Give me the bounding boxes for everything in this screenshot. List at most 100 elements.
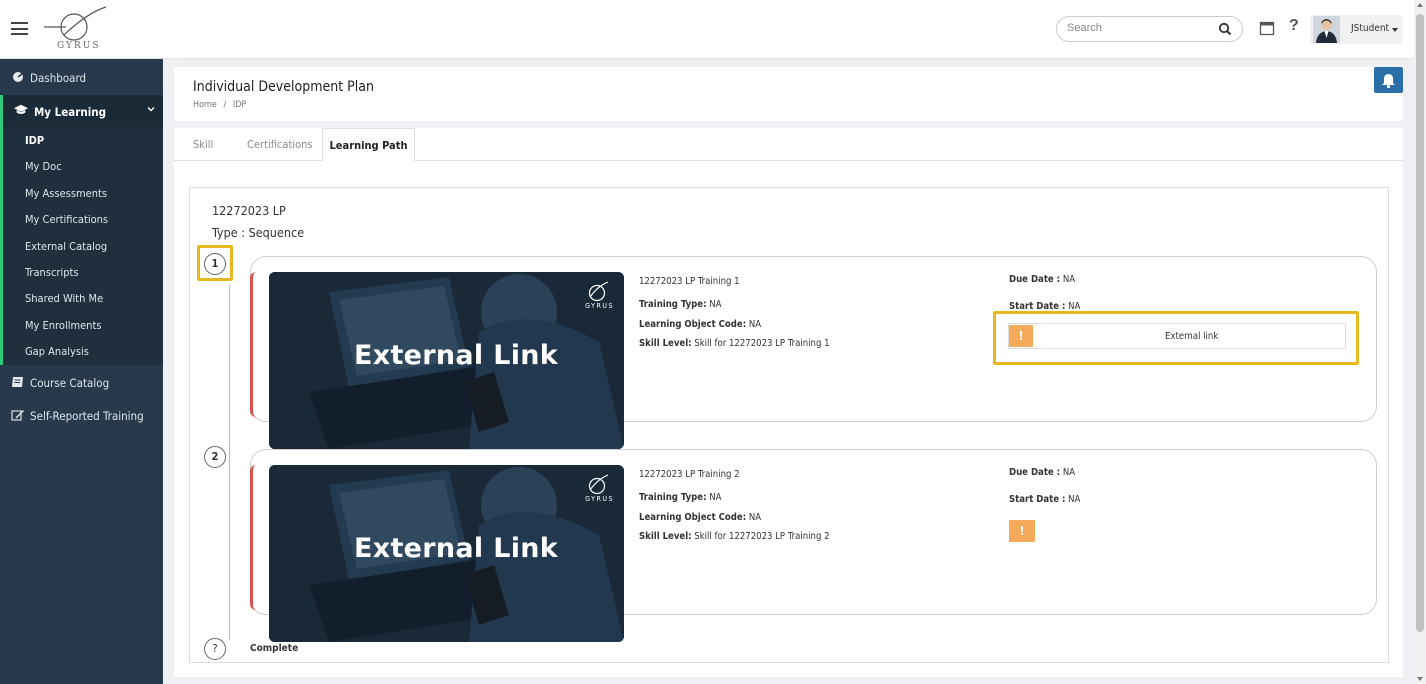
start-date: Start Date : NA — [1009, 494, 1080, 505]
object-code-label: Learning Object Code: — [639, 319, 747, 330]
learning-path-type: Type : Sequence — [212, 225, 305, 240]
skill-level-value: Skill for 12272023 LP Training 2 — [694, 531, 830, 542]
user-menu-button[interactable]: JStudent — [1310, 15, 1403, 44]
gyrus-brand-icon — [588, 281, 609, 302]
gyrus-brand-icon — [588, 474, 609, 495]
step-number: 2 — [204, 446, 226, 468]
breadcrumb-home[interactable]: Home — [193, 100, 217, 110]
page-title: Individual Development Plan — [193, 79, 374, 95]
scroll-thumb[interactable] — [1416, 14, 1424, 632]
warning-button[interactable]: ! — [1009, 520, 1035, 542]
sidebar-item-course-catalog[interactable]: Course Catalog — [0, 370, 163, 396]
timeline-line — [229, 285, 230, 640]
training-type-value: NA — [709, 299, 722, 310]
sidebar-subitem-idp[interactable]: IDP — [25, 134, 44, 147]
thumbnail-brand: GYRUS — [585, 495, 614, 503]
due-date: Due Date : NA — [1009, 274, 1075, 285]
scroll-up-icon[interactable] — [1417, 3, 1423, 7]
step-number: 1 — [204, 253, 226, 275]
sidebar-item-dashboard[interactable]: Dashboard — [0, 65, 163, 91]
calendar-icon[interactable] — [1259, 20, 1275, 36]
avatar — [1313, 16, 1340, 43]
due-date-value: NA — [1062, 467, 1076, 478]
sidebar: Dashboard My Learning IDP My Doc My Asse… — [0, 59, 163, 684]
training-type: Training Type: NA — [639, 300, 721, 310]
tab-learning-path[interactable]: Learning Path — [322, 128, 415, 161]
object-code-value: NA — [748, 319, 762, 330]
due-date: Due Date : NA — [1009, 467, 1075, 478]
training-name[interactable]: 12272023 LP Training 1 — [639, 277, 740, 287]
page-scrollbar[interactable] — [1414, 0, 1426, 684]
due-date-label: Due Date : — [1009, 467, 1061, 478]
search-icon[interactable] — [1218, 22, 1232, 36]
sidebar-subitem-my-certifications[interactable]: My Certifications — [25, 213, 108, 226]
hamburger-menu-icon[interactable] — [11, 22, 28, 35]
sidebar-subitem-shared-with-me[interactable]: Shared With Me — [25, 292, 103, 305]
my-learning-submenu: IDP My Doc My Assessments My Certificati… — [0, 127, 163, 365]
external-link-label: External link — [1165, 331, 1219, 342]
due-date-label: Due Date : — [1009, 274, 1061, 285]
training-thumbnail[interactable]: GYRUS External Link — [269, 272, 624, 449]
search-input[interactable] — [1067, 22, 1217, 34]
object-code-value: NA — [748, 512, 762, 523]
card-accent — [250, 272, 256, 417]
sidebar-subitem-my-enrollments[interactable]: My Enrollments — [25, 319, 101, 332]
sidebar-item-label: Self-Reported Training — [30, 409, 144, 423]
edit-icon — [11, 410, 24, 421]
learning-path-title: 12272023 LP — [212, 203, 286, 218]
breadcrumb: Home / IDP — [193, 100, 246, 110]
sidebar-item-label: My Learning — [34, 105, 107, 119]
notifications-button[interactable] — [1374, 67, 1403, 93]
due-date-value: NA — [1062, 274, 1076, 285]
breadcrumb-separator: / — [223, 100, 227, 110]
external-link-button[interactable]: ! External link — [1008, 323, 1346, 349]
sidebar-subitem-external-catalog[interactable]: External Catalog — [25, 240, 107, 253]
gyrus-logo[interactable]: GYRUS — [42, 5, 112, 55]
main-content: Skill Certifications Learning Path 12272… — [174, 128, 1403, 677]
complete-label: Complete — [250, 643, 299, 654]
sidebar-item-self-reported-training[interactable]: Self-Reported Training — [0, 403, 163, 429]
training-card: GYRUS External Link 12272023 LP Training… — [250, 449, 1377, 642]
training-type-label: Training Type: — [639, 299, 707, 310]
training-thumbnail[interactable]: GYRUS External Link — [269, 465, 624, 642]
skill-level-value: Skill for 12272023 LP Training 1 — [694, 338, 830, 349]
scroll-down-icon[interactable] — [1417, 677, 1423, 681]
graduation-cap-icon — [14, 104, 28, 114]
tab-skill[interactable]: Skill — [193, 128, 213, 161]
training-type-label: Training Type: — [639, 492, 707, 503]
sidebar-item-label: Dashboard — [30, 71, 87, 85]
sidebar-subitem-my-doc[interactable]: My Doc — [25, 160, 62, 173]
learning-path-panel: 12272023 LP Type : Sequence 1 GYRUS Exte… — [189, 187, 1389, 663]
user-avatar-icon — [1313, 16, 1340, 43]
chevron-down-icon — [147, 107, 155, 112]
training-type: Training Type: NA — [639, 493, 721, 503]
top-bar: GYRUS ? JStudent — [0, 0, 1414, 59]
start-date-value: NA — [1068, 494, 1081, 505]
page-header: Individual Development Plan Home / IDP — [174, 67, 1403, 121]
sidebar-item-my-learning[interactable]: My Learning — [0, 95, 163, 127]
sidebar-subitem-my-assessments[interactable]: My Assessments — [25, 187, 107, 200]
sidebar-subitem-gap-analysis[interactable]: Gap Analysis — [25, 345, 89, 358]
user-name: JStudent — [1351, 23, 1390, 34]
training-type-value: NA — [709, 492, 722, 503]
complete-step-marker: ? — [204, 638, 226, 660]
sidebar-subitem-transcripts[interactable]: Transcripts — [25, 266, 79, 279]
object-code-label: Learning Object Code: — [639, 512, 747, 523]
tab-certifications[interactable]: Certifications — [247, 128, 313, 161]
thumbnail-title: External Link — [354, 340, 559, 371]
help-icon[interactable]: ? — [1289, 17, 1299, 35]
logo-text: GYRUS — [57, 41, 101, 51]
card-accent — [250, 465, 256, 610]
search-box — [1056, 16, 1243, 42]
thumbnail-brand: GYRUS — [585, 302, 614, 310]
warning-icon: ! — [1009, 325, 1033, 347]
learning-object-code: Learning Object Code: NA — [639, 513, 761, 523]
skill-level: Skill Level: Skill for 12272023 LP Train… — [639, 339, 830, 349]
dashboard-icon — [13, 72, 23, 82]
bell-icon — [1382, 74, 1395, 89]
thumbnail-title: External Link — [354, 533, 559, 564]
learning-object-code: Learning Object Code: NA — [639, 320, 761, 330]
skill-level-label: Skill Level: — [639, 531, 692, 542]
breadcrumb-current: IDP — [232, 100, 247, 110]
training-name[interactable]: 12272023 LP Training 2 — [639, 470, 740, 480]
